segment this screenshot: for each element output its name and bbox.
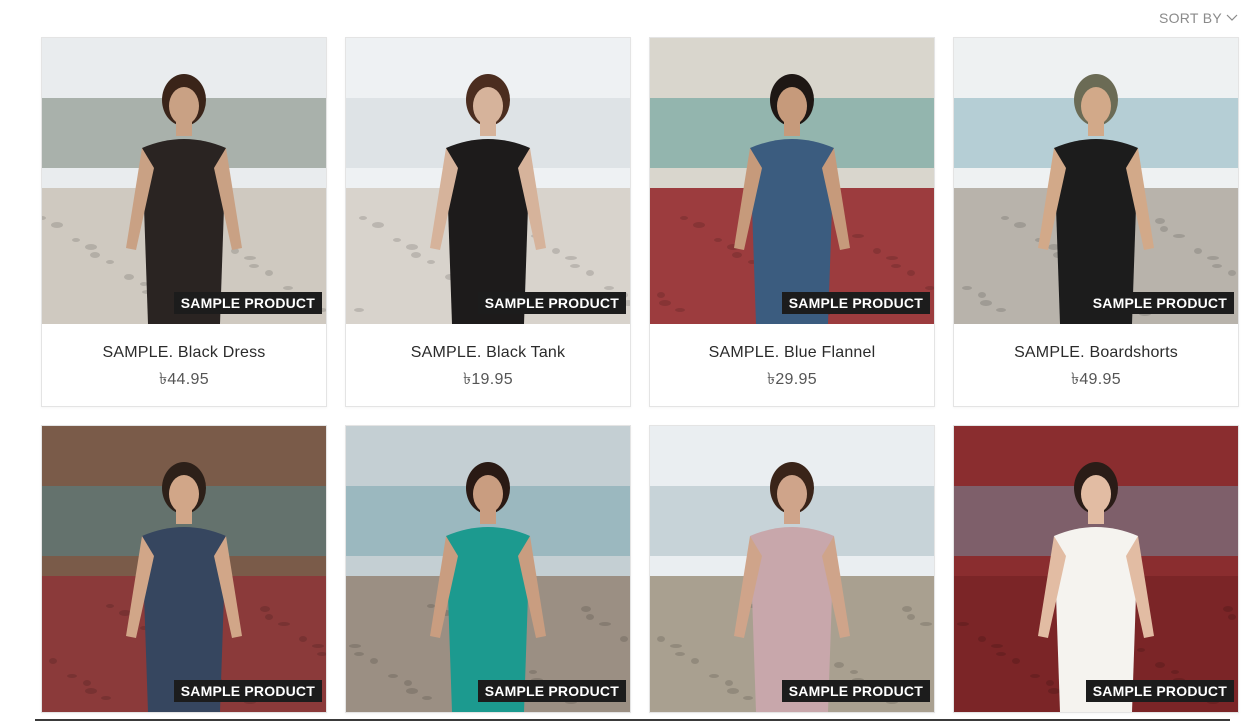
product-info: SAMPLE. Boardshorts ৳49.95 — [954, 324, 1238, 406]
sample-product-badge: SAMPLE PRODUCT — [781, 292, 930, 314]
product-photo — [954, 38, 1238, 324]
product-card[interactable]: SAMPLE PRODUCT SAMPLE. Boardshorts ৳49.95 — [953, 37, 1239, 407]
product-photo — [346, 426, 630, 712]
sample-product-badge: SAMPLE PRODUCT — [173, 292, 322, 314]
sort-by-dropdown[interactable]: SORT BY — [1159, 10, 1238, 26]
product-card[interactable]: SAMPLE PRODUCT — [953, 425, 1239, 713]
product-card[interactable]: SAMPLE PRODUCT SAMPLE. Black Dress ৳44.95 — [41, 37, 327, 407]
product-photo — [346, 38, 630, 324]
product-photo — [42, 426, 326, 712]
product-image[interactable]: SAMPLE PRODUCT — [346, 38, 630, 324]
product-card[interactable]: SAMPLE PRODUCT SAMPLE. Black Tank ৳19.95 — [345, 37, 631, 407]
product-image[interactable]: SAMPLE PRODUCT — [42, 426, 326, 712]
sample-product-badge: SAMPLE PRODUCT — [781, 680, 930, 702]
product-card[interactable]: SAMPLE PRODUCT SAMPLE. Blue Flannel ৳29.95 — [649, 37, 935, 407]
product-photo — [650, 38, 934, 324]
product-name[interactable]: SAMPLE. Black Tank — [346, 344, 630, 362]
product-info: SAMPLE. Blue Flannel ৳29.95 — [650, 324, 934, 406]
product-name[interactable]: SAMPLE. Black Dress — [42, 344, 326, 362]
product-price: ৳29.95 — [767, 371, 817, 388]
chevron-down-icon — [1226, 14, 1238, 21]
product-card[interactable]: SAMPLE PRODUCT — [41, 425, 327, 713]
product-price: ৳44.95 — [159, 371, 209, 388]
product-name[interactable]: SAMPLE. Blue Flannel — [650, 344, 934, 362]
product-grid: SAMPLE PRODUCT SAMPLE. Black Dress ৳44.95 S… — [41, 37, 1239, 713]
product-card[interactable]: SAMPLE PRODUCT — [345, 425, 631, 713]
product-photo — [42, 38, 326, 324]
product-image[interactable]: SAMPLE PRODUCT — [650, 426, 934, 712]
sort-by-label: SORT BY — [1158, 10, 1222, 26]
product-image[interactable]: SAMPLE PRODUCT — [954, 426, 1238, 712]
sample-product-badge: SAMPLE PRODUCT — [477, 292, 626, 314]
sample-product-badge: SAMPLE PRODUCT — [477, 680, 626, 702]
product-image[interactable]: SAMPLE PRODUCT — [42, 38, 326, 324]
product-card[interactable]: SAMPLE PRODUCT — [649, 425, 935, 713]
product-photo — [650, 426, 934, 712]
sample-product-badge: SAMPLE PRODUCT — [173, 680, 322, 702]
product-price: ৳19.95 — [463, 371, 513, 388]
product-info: SAMPLE. Black Dress ৳44.95 — [42, 324, 326, 406]
product-image[interactable]: SAMPLE PRODUCT — [346, 426, 630, 712]
product-image[interactable]: SAMPLE PRODUCT — [954, 38, 1238, 324]
product-image[interactable]: SAMPLE PRODUCT — [650, 38, 934, 324]
product-price: ৳49.95 — [1071, 371, 1121, 388]
page-divider — [35, 719, 1230, 721]
product-info: SAMPLE. Black Tank ৳19.95 — [346, 324, 630, 406]
sample-product-badge: SAMPLE PRODUCT — [1085, 680, 1234, 702]
sample-product-badge: SAMPLE PRODUCT — [1085, 292, 1234, 314]
product-photo — [954, 426, 1238, 712]
product-name[interactable]: SAMPLE. Boardshorts — [954, 344, 1238, 362]
